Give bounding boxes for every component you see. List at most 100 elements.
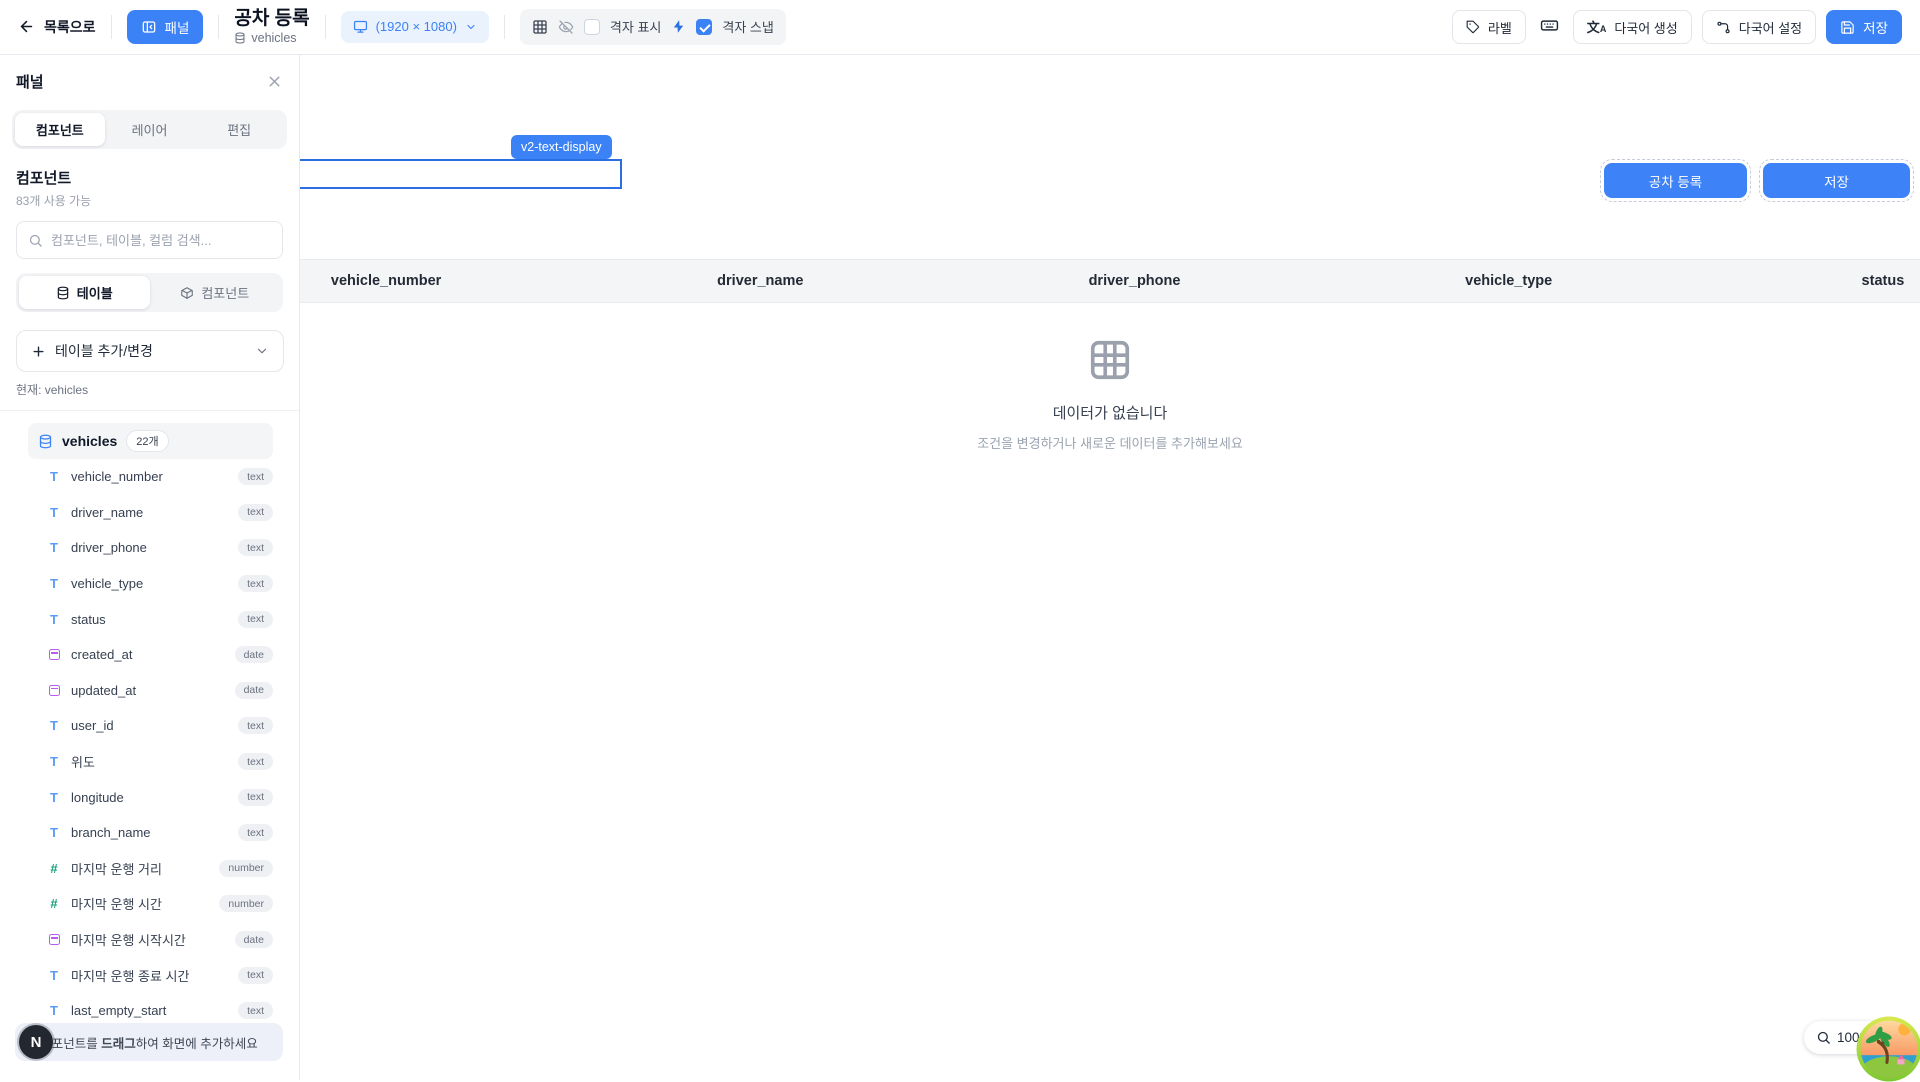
field-type-badge: text: [238, 611, 273, 628]
keyboard-shortcuts-button[interactable]: [1536, 12, 1563, 42]
magnifier-icon: [1816, 1030, 1831, 1045]
panel-tabs: 컴포넌트 레이어 편집: [12, 110, 287, 149]
component-search[interactable]: [16, 221, 283, 259]
grid-snap-checkbox[interactable]: [696, 19, 712, 35]
field-name: user_id: [71, 718, 114, 733]
field-type-badge: text: [238, 967, 273, 984]
i18n-settings-button[interactable]: 다국어 설정: [1702, 10, 1816, 44]
field-row[interactable]: # 마지막 운행 거리 number: [28, 851, 273, 887]
bound-table-name: vehicles: [251, 31, 296, 45]
empty-state-title: 데이터가 없습니다: [300, 402, 1920, 423]
island-app-icon[interactable]: [1856, 1016, 1920, 1082]
grid-options-group: 격자 표시 격자 스냅: [520, 9, 786, 45]
field-row[interactable]: updated_at date: [28, 673, 273, 709]
field-type-badge: number: [219, 895, 273, 912]
tab-layers[interactable]: 레이어: [105, 113, 195, 146]
save-button[interactable]: 저장: [1826, 10, 1902, 44]
field-row[interactable]: T driver_phone text: [28, 530, 273, 566]
grid-snap-label: 격자 스냅: [722, 17, 773, 36]
current-table-label: 현재: vehicles: [16, 381, 283, 398]
table-count-badge: 22개: [126, 430, 168, 452]
panel-left-icon: [141, 19, 157, 35]
close-icon[interactable]: [266, 73, 283, 90]
field-name: driver_name: [71, 505, 143, 520]
number-field-icon: #: [46, 861, 62, 876]
field-row[interactable]: T status text: [28, 601, 273, 637]
box-icon: [180, 286, 194, 300]
field-row[interactable]: # 마지막 운행 시간 number: [28, 886, 273, 922]
page-title: 공차 등록: [234, 9, 309, 30]
field-row[interactable]: T vehicle_number text: [28, 459, 273, 495]
text-field-icon: T: [46, 754, 62, 769]
back-to-list-button[interactable]: 목록으로: [18, 17, 96, 37]
field-row[interactable]: T vehicle_type text: [28, 566, 273, 602]
divider: [325, 15, 326, 39]
components-section-title: 컴포넌트: [16, 167, 283, 188]
translate-icon: 文A: [1587, 21, 1607, 34]
panel-toggle-button[interactable]: 패널: [127, 10, 204, 44]
label-button[interactable]: 라벨: [1452, 10, 1526, 44]
field-row[interactable]: created_at date: [28, 637, 273, 673]
resolution-value: (1920 × 1080): [376, 19, 457, 34]
search-input[interactable]: [51, 233, 271, 248]
text-field-icon: T: [46, 968, 62, 983]
table-row-vehicles[interactable]: vehicles 22개: [28, 423, 273, 459]
field-row[interactable]: T 마지막 운행 종료 시간 text: [28, 957, 273, 993]
table-column-header[interactable]: driver_name: [573, 260, 947, 302]
field-row[interactable]: 마지막 운행 시작시간 date: [28, 922, 273, 958]
workflow-icon: [1716, 20, 1731, 35]
table-column-header[interactable]: status: [1696, 260, 1920, 302]
field-row[interactable]: T branch_name text: [28, 815, 273, 851]
field-row[interactable]: T longitude text: [28, 779, 273, 815]
date-field-icon: [49, 649, 60, 660]
field-name: 마지막 운행 시간: [71, 894, 162, 913]
add-change-table-button[interactable]: 테이블 추가/변경: [16, 330, 284, 372]
field-name: driver_phone: [71, 540, 147, 555]
field-type-badge: text: [238, 824, 273, 841]
field-type-badge: text: [238, 468, 273, 485]
field-type-badge: text: [238, 717, 273, 734]
tag-icon: [1466, 20, 1480, 34]
toggle-components[interactable]: 컴포넌트: [150, 276, 281, 309]
tab-components[interactable]: 컴포넌트: [15, 113, 105, 146]
field-type-badge: text: [238, 753, 273, 770]
canvas-save-button[interactable]: 저장: [1763, 163, 1910, 198]
field-type-badge: text: [238, 504, 273, 521]
canvas-register-vehicle-button[interactable]: 공차 등록: [1604, 163, 1747, 198]
field-name: status: [71, 612, 106, 627]
table-column-header[interactable]: driver_phone: [947, 260, 1321, 302]
resolution-selector[interactable]: (1920 × 1080): [341, 11, 489, 43]
field-type-badge: text: [238, 539, 273, 556]
text-field-icon: T: [46, 469, 62, 484]
field-row[interactable]: T driver_name text: [28, 495, 273, 531]
field-name: longitude: [71, 790, 124, 805]
table-name: vehicles: [62, 433, 117, 449]
text-field-icon: T: [46, 576, 62, 591]
data-table-header: vehicle_number driver_name driver_phone …: [199, 259, 1920, 303]
chevron-down-icon: [465, 21, 477, 33]
date-field-icon: [49, 685, 60, 696]
table-column-header[interactable]: vehicle_type: [1322, 260, 1696, 302]
field-name: 마지막 운행 종료 시간: [71, 966, 189, 985]
grid-icon: [532, 19, 548, 35]
text-field-icon: T: [46, 1003, 62, 1018]
text-field-icon: T: [46, 612, 62, 627]
search-icon: [28, 233, 43, 248]
database-icon: [234, 32, 246, 44]
field-row[interactable]: T 위도 text: [28, 744, 273, 780]
top-toolbar: 목록으로 패널 공차 등록 vehicles (1920 × 1080): [0, 0, 1920, 55]
field-name: created_at: [71, 647, 132, 662]
grid-show-checkbox[interactable]: [584, 19, 600, 35]
i18n-generate-button[interactable]: 文A 다국어 생성: [1573, 10, 1692, 44]
avatar[interactable]: N: [19, 1025, 53, 1059]
toggle-tables[interactable]: 테이블: [19, 276, 150, 309]
plus-icon: [31, 344, 46, 359]
field-row[interactable]: T user_id text: [28, 708, 273, 744]
chevron-down-icon: [255, 344, 269, 358]
database-icon: [38, 434, 53, 449]
components-panel: 패널 컴포넌트 레이어 편집 컴포넌트 83개 사용 가능 테이블 컴포넌트: [0, 55, 300, 1080]
monitor-icon: [353, 19, 368, 34]
empty-state-subtitle: 조건을 변경하거나 새로운 데이터를 추가해보세요: [300, 433, 1920, 452]
field-name: 위도: [71, 752, 95, 771]
tab-edit[interactable]: 편집: [194, 113, 284, 146]
